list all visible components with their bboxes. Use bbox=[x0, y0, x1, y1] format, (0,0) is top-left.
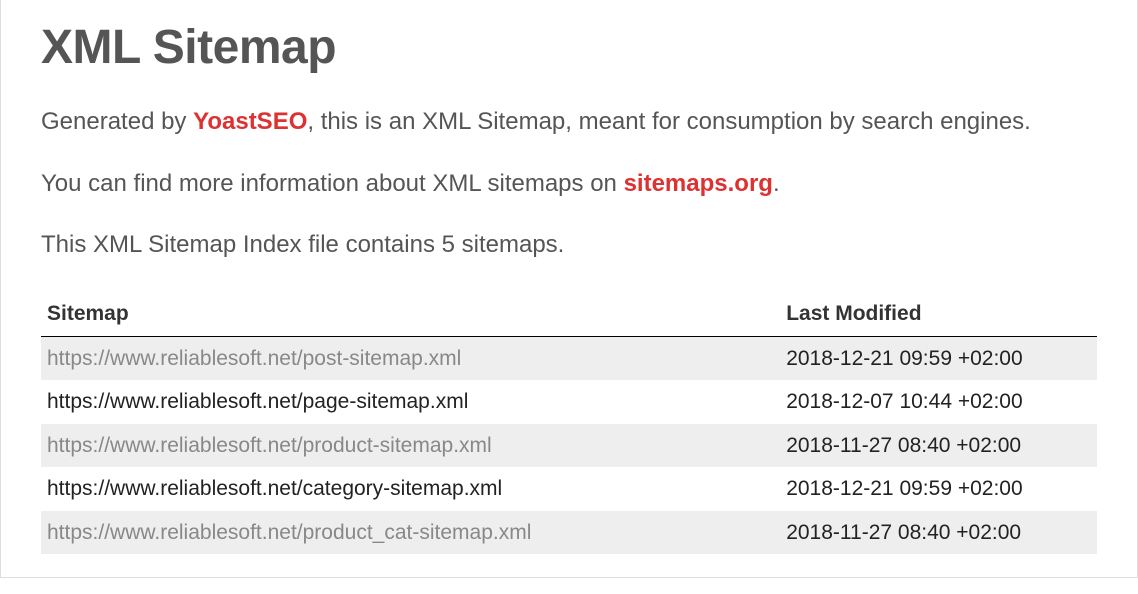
intro-line2-prefix: You can find more information about XML … bbox=[41, 170, 624, 197]
sitemap-modified-cell: 2018-12-07 10:44 +02:00 bbox=[780, 380, 1097, 424]
sitemap-url-cell[interactable]: https://www.reliablesoft.net/page-sitema… bbox=[41, 380, 780, 424]
yoastseo-link[interactable]: YoastSEO bbox=[193, 108, 307, 135]
intro-line2-suffix: . bbox=[773, 170, 780, 197]
sitemap-container: XML Sitemap Generated by YoastSEO, this … bbox=[1, 0, 1137, 594]
table-row: https://www.reliablesoft.net/page-sitema… bbox=[41, 380, 1097, 424]
intro-line-3: This XML Sitemap Index file contains 5 s… bbox=[41, 228, 1097, 262]
sitemapsorg-link[interactable]: sitemaps.org bbox=[624, 170, 773, 197]
table-row: https://www.reliablesoft.net/product-sit… bbox=[41, 424, 1097, 468]
sitemap-url-cell[interactable]: https://www.reliablesoft.net/post-sitema… bbox=[41, 336, 780, 380]
intro-line-1: Generated by YoastSEO, this is an XML Si… bbox=[41, 105, 1097, 139]
table-row: https://www.reliablesoft.net/category-si… bbox=[41, 467, 1097, 511]
col-header-sitemap: Sitemap bbox=[41, 290, 780, 337]
sitemap-modified-cell: 2018-12-21 09:59 +02:00 bbox=[780, 336, 1097, 380]
table-header-row: Sitemap Last Modified bbox=[41, 290, 1097, 337]
page-title: XML Sitemap bbox=[41, 20, 1097, 75]
col-header-last-modified: Last Modified bbox=[780, 290, 1097, 337]
sitemap-url-cell[interactable]: https://www.reliablesoft.net/category-si… bbox=[41, 467, 780, 511]
table-row: https://www.reliablesoft.net/product_cat… bbox=[41, 511, 1097, 555]
intro-block: Generated by YoastSEO, this is an XML Si… bbox=[41, 105, 1097, 262]
intro-line1-suffix: , this is an XML Sitemap, meant for cons… bbox=[307, 108, 1030, 135]
sitemap-modified-cell: 2018-12-21 09:59 +02:00 bbox=[780, 467, 1097, 511]
sitemap-table-body: https://www.reliablesoft.net/post-sitema… bbox=[41, 336, 1097, 554]
sitemap-url-cell[interactable]: https://www.reliablesoft.net/product-sit… bbox=[41, 424, 780, 468]
intro-line1-prefix: Generated by bbox=[41, 108, 193, 135]
sitemap-modified-cell: 2018-11-27 08:40 +02:00 bbox=[780, 511, 1097, 555]
sitemap-table: Sitemap Last Modified https://www.reliab… bbox=[41, 290, 1097, 555]
table-row: https://www.reliablesoft.net/post-sitema… bbox=[41, 336, 1097, 380]
sitemap-modified-cell: 2018-11-27 08:40 +02:00 bbox=[780, 424, 1097, 468]
intro-line-2: You can find more information about XML … bbox=[41, 167, 1097, 201]
sitemap-url-cell[interactable]: https://www.reliablesoft.net/product_cat… bbox=[41, 511, 780, 555]
